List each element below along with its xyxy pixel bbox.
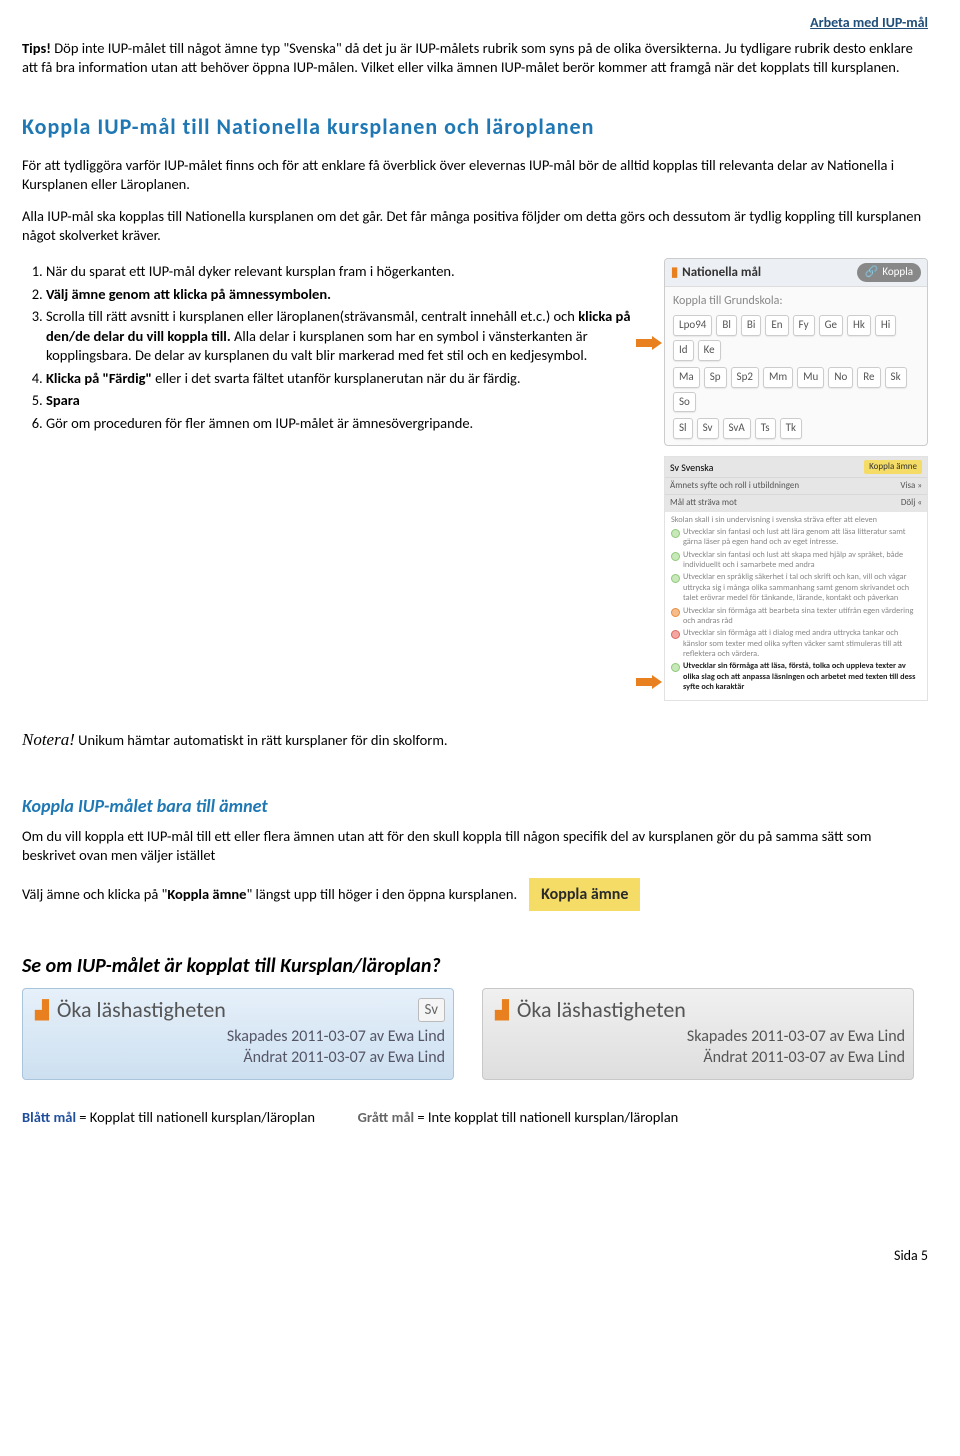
subject-chip[interactable]: Ma: [673, 367, 700, 388]
subject-chip[interactable]: Sp2: [731, 367, 759, 388]
koppla-amne-mini-button[interactable]: Koppla ämne: [864, 460, 922, 474]
para-intro-2: Alla IUP-mål ska kopplas till Nationella…: [22, 207, 928, 246]
link-icon: 🔗: [865, 265, 879, 280]
step-4b: eller i det svarta fältet utanför kurspl…: [152, 369, 521, 387]
steps-list: När du sparat ett IUP-mål dyker relevant…: [46, 262, 650, 434]
status-dot-icon: [671, 574, 680, 583]
legend-blue-text: = Kopplat till nationell kursplan/läropl…: [76, 1108, 315, 1126]
koppla-button[interactable]: 🔗 Koppla: [857, 263, 921, 282]
status-dot-icon: [671, 552, 680, 561]
subject-chip[interactable]: Sv: [697, 418, 719, 439]
step-4a: Klicka på "Färdig": [46, 369, 152, 387]
goal-created: Skapades 2011-03-07 av Ewa Lind: [35, 1027, 445, 1048]
subject-chip[interactable]: En: [765, 315, 788, 336]
subject-chip[interactable]: Ts: [755, 418, 776, 439]
status-dot-icon: [671, 663, 680, 672]
subject-chip[interactable]: Fy: [793, 315, 815, 336]
subject-chip[interactable]: Bl: [716, 315, 737, 336]
subject-chip[interactable]: Ge: [819, 315, 843, 336]
kp-item-4[interactable]: Utvecklar sin förmåga att bearbeta sina …: [683, 606, 921, 627]
step-5-text: Spara: [46, 391, 80, 409]
panel-title: ▮ Nationella mål: [671, 264, 761, 282]
goal-modified: Ändrat 2011-03-07 av Ewa Lind: [495, 1048, 905, 1069]
kp-row-2-label: Mål att sträva mot: [670, 497, 737, 509]
subject-chip[interactable]: So: [673, 392, 696, 413]
subject-chip[interactable]: Lpo94: [673, 315, 712, 336]
notera-paragraph: Notera! Unikum hämtar automatiskt in rät…: [22, 729, 928, 752]
kursplan-detail-panel: Sv Svenska Koppla ämne Ämnets syfte och …: [664, 456, 928, 701]
subject-chip-row-1: Lpo94BlBiEnFyGeHkHi IdKe: [673, 315, 919, 361]
para-amnet-2: Välj ämne och klicka på "Koppla ämne" lä…: [22, 885, 517, 905]
goal-card-blue[interactable]: ▟ Öka läshastigheten Sv Skapades 2011-03…: [22, 988, 454, 1079]
subject-chip[interactable]: Id: [673, 340, 694, 361]
subject-chip-row-2: MaSpSp2MmMuNoReSk So: [673, 367, 919, 413]
panel-subtitle: Koppla till Grundskola:: [673, 293, 919, 309]
tips-paragraph: Tips! Döp inte IUP-målet till något ämne…: [22, 39, 928, 78]
subject-chip[interactable]: Mu: [797, 367, 824, 388]
goal-title: Öka läshastigheten: [517, 995, 686, 1025]
subject-chip[interactable]: Hk: [847, 315, 871, 336]
subject-chip[interactable]: Sk: [885, 367, 907, 388]
legend-row: Blått mål = Kopplat till nationell kursp…: [22, 1108, 928, 1128]
subject-chip[interactable]: Sl: [673, 418, 693, 439]
subject-chip[interactable]: Sp: [704, 367, 727, 388]
subject-chip[interactable]: Ke: [698, 340, 721, 361]
heading-se-om-kopplat: Se om IUP-målet är kopplat till Kursplan…: [22, 953, 928, 980]
step-4: Klicka på "Färdig" eller i det svarta fä…: [46, 369, 650, 389]
kp-intro: Skolan skall i sin undervisning i svensk…: [671, 515, 921, 525]
status-dot-icon: [671, 630, 680, 639]
nationella-mal-panel: ▮ Nationella mål 🔗 Koppla Koppla till Gr…: [664, 258, 928, 446]
subject-chip[interactable]: Mm: [763, 367, 793, 388]
page-footer: Sida 5: [22, 1247, 928, 1266]
pointer-arrow-icon: [636, 336, 664, 350]
step-6: Gör om proceduren för fler ämnen om IUP-…: [46, 414, 650, 434]
step-2-text: Välj ämne genom att klicka på ämnessymbo…: [46, 285, 331, 303]
kp-row-1-action[interactable]: Visa »: [900, 480, 922, 492]
notera-label: Notera!: [22, 730, 75, 749]
step-2: Välj ämne genom att klicka på ämnessymbo…: [46, 285, 650, 305]
flag-icon: ▮: [671, 264, 678, 282]
legend-gray-text: = Inte kopplat till nationell kursplan/l…: [414, 1108, 678, 1126]
kp-item-3[interactable]: Utvecklar en språklig säkerhet i tal och…: [683, 572, 921, 603]
step-3: Scrolla till rätt avsnitt i kursplanen e…: [46, 307, 650, 366]
goal-modified: Ändrat 2011-03-07 av Ewa Lind: [35, 1048, 445, 1069]
goal-card-gray[interactable]: ▟ Öka läshastigheten Skapades 2011-03-07…: [482, 988, 914, 1079]
kp-item-1[interactable]: Utvecklar sin fantasi och lust att lära …: [683, 527, 921, 548]
goal-title: Öka läshastigheten: [57, 995, 226, 1025]
pointer-arrow-icon: [636, 675, 664, 689]
kp-item-5[interactable]: Utvecklar sin förmåga att i dialog med a…: [683, 628, 921, 659]
subject-chip[interactable]: Bi: [741, 315, 762, 336]
goal-icon: ▟: [35, 998, 49, 1022]
para-intro-1: För att tydliggöra varför IUP-målet finn…: [22, 156, 928, 195]
subject-chip[interactable]: SvA: [723, 418, 751, 439]
legend-blue-label: Blått mål: [22, 1108, 76, 1126]
tips-text: Döp inte IUP-målet till något ämne typ "…: [22, 39, 913, 77]
notera-text: Unikum hämtar automatiskt in rätt kurspl…: [75, 731, 448, 749]
step-5: Spara: [46, 391, 650, 411]
subject-chip[interactable]: No: [828, 367, 853, 388]
koppla-amne-button[interactable]: Koppla ämne: [529, 878, 640, 912]
heading-koppla-nationella: Koppla IUP-mål till Nationella kursplane…: [22, 112, 928, 142]
doc-header-right: Arbeta med IUP-mål: [22, 14, 928, 33]
kp-row-1-label: Ämnets syfte och roll i utbildningen: [670, 480, 799, 492]
subject-chip-row-3: SlSvSvATsTk: [673, 418, 919, 439]
subject-chip[interactable]: Hi: [875, 315, 896, 336]
kp-subject-header: Sv Svenska: [670, 461, 713, 475]
kp-row-2-action[interactable]: Dölj «: [901, 497, 922, 509]
legend-gray-label: Grått mål: [358, 1108, 414, 1126]
kp-item-2[interactable]: Utvecklar sin fantasi och lust att skapa…: [683, 550, 921, 571]
subject-chip[interactable]: Tk: [780, 418, 802, 439]
step-3a: Scrolla till rätt avsnitt i kursplanen e…: [46, 307, 578, 325]
para-amnet-1: Om du vill koppla ett IUP-mål till ett e…: [22, 827, 928, 866]
goal-icon: ▟: [495, 998, 509, 1022]
heading-koppla-amnet: Koppla IUP-målet bara till ämnet: [22, 794, 928, 818]
goal-created: Skapades 2011-03-07 av Ewa Lind: [495, 1027, 905, 1048]
subject-chip[interactable]: Re: [857, 367, 880, 388]
status-dot-icon: [671, 529, 680, 538]
step-1: När du sparat ett IUP-mål dyker relevant…: [46, 262, 650, 282]
subject-badge: Sv: [418, 998, 446, 1022]
status-dot-icon: [671, 608, 680, 617]
kp-item-6-selected[interactable]: Utvecklar sin förmåga att läsa, förstå, …: [683, 661, 921, 692]
tips-label: Tips!: [22, 39, 51, 57]
